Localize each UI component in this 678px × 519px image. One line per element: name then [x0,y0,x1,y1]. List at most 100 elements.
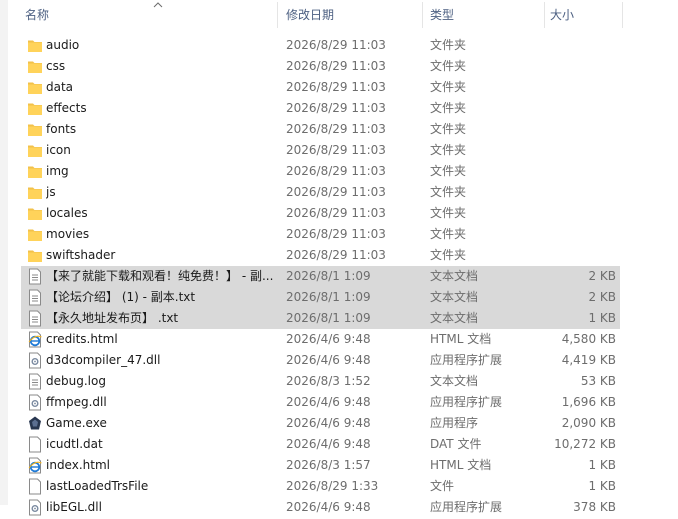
file-name: lastLoadedTrsFile [46,479,149,493]
file-type: DAT 文件 [430,437,482,451]
modified-date: 2026/8/3 1:52 [286,374,371,388]
folder-icon [27,121,43,138]
file-type: 文本文档 [430,374,479,388]
modified-date: 2026/4/6 9:48 [286,353,371,367]
column-header-size[interactable]: 大小 [550,0,574,30]
file-size [541,77,616,98]
file-type: 文本文档 [430,311,479,325]
folder-row[interactable]: css 2026/8/29 11:03 文件夹 [21,56,620,77]
file-size [541,119,616,140]
column-divider[interactable] [422,2,423,28]
file-size: 10,272 KB [554,437,616,451]
file-row[interactable]: icudtl.dat 2026/4/6 9:48 DAT 文件 10,272 KB [21,434,620,455]
modified-date: 2026/8/29 11:03 [286,80,386,94]
file-type: 文件夹 [430,185,467,199]
file-name: libEGL.dll [46,500,102,514]
file-size: 53 KB [580,374,616,388]
file-name: icon [46,143,71,157]
folder-row[interactable]: img 2026/8/29 11:03 文件夹 [21,161,620,182]
folder-row[interactable]: effects 2026/8/29 11:03 文件夹 [21,98,620,119]
file-type: 文件夹 [430,122,467,136]
text-file-icon [27,310,43,327]
file-row[interactable]: 【论坛介绍】 (1) - 副本.txt 2026/8/1 1:09 文本文档 2 KB [21,287,620,309]
modified-date: 2026/8/29 11:03 [286,122,386,136]
modified-date: 2026/4/6 9:48 [286,395,371,409]
folder-icon [27,100,43,117]
folder-icon [27,79,43,96]
file-name: 【来了就能下载和观看！纯免费！】 - 副... [46,269,274,283]
folder-icon [27,142,43,159]
folder-icon [27,247,43,264]
file-row[interactable]: 【来了就能下载和观看！纯免费！】 - 副... 2026/8/1 1:09 文本文档… [21,266,620,288]
file-type: 文件夹 [430,80,467,94]
file-type: 文件夹 [430,248,467,262]
column-divider[interactable] [544,2,545,28]
column-header-name[interactable]: 名称 [25,0,49,30]
folder-row[interactable]: icon 2026/8/29 11:03 文件夹 [21,140,620,161]
file-row[interactable]: d3dcompiler_47.dll 2026/4/6 9:48 应用程序扩展 4,4… [21,350,620,371]
file-type: HTML 文档 [430,458,492,472]
folder-row[interactable]: js 2026/8/29 11:03 文件夹 [21,182,620,203]
modified-date: 2026/8/29 11:03 [286,143,386,157]
file-type: 文件夹 [430,38,467,52]
folder-row[interactable]: swiftshader 2026/8/29 11:03 文件夹 [21,245,620,266]
left-scrollbar[interactable] [0,0,9,505]
file-type: 应用程序扩展 [430,500,503,514]
folder-row[interactable]: locales 2026/8/29 11:03 文件夹 [21,203,620,224]
blank-file-icon [27,436,43,453]
folder-row[interactable]: audio 2026/8/29 11:03 文件夹 [21,35,620,56]
column-divider[interactable] [277,2,278,28]
file-type: 文件 [430,479,455,493]
file-type: 文件夹 [430,227,467,241]
modified-date: 2026/8/1 1:09 [286,269,371,283]
folder-icon [27,37,43,54]
column-divider[interactable] [622,2,623,28]
file-name: locales [46,206,88,220]
modified-date: 2026/8/29 11:03 [286,206,386,220]
file-name: img [46,164,69,178]
column-header-date[interactable]: 修改日期 [286,0,334,30]
text-file-icon [27,268,43,285]
dll-file-icon [27,394,43,411]
file-row[interactable]: Game.exe 2026/4/6 9:48 应用程序 2,090 KB [21,413,620,434]
folder-row[interactable]: fonts 2026/8/29 11:03 文件夹 [21,119,620,140]
modified-date: 2026/8/3 1:57 [286,458,371,472]
file-type: 文件夹 [430,59,467,73]
file-name: 【论坛介绍】 (1) - 副本.txt [46,290,196,304]
file-type: 文件夹 [430,206,467,220]
file-row[interactable]: index.html 2026/8/3 1:57 HTML 文档 1 KB [21,455,620,476]
file-size: 1 KB [588,479,616,493]
modified-date: 2026/8/29 11:03 [286,101,386,115]
modified-date: 2026/4/6 9:48 [286,332,371,346]
folder-row[interactable]: data 2026/8/29 11:03 文件夹 [21,77,620,98]
modified-date: 2026/8/29 1:33 [286,479,379,493]
file-size [541,182,616,203]
file-size: 4,580 KB [561,332,616,346]
file-row[interactable]: lastLoadedTrsFile 2026/8/29 1:33 文件 1 KB [21,476,620,497]
file-name: css [46,59,66,73]
file-size: 2,090 KB [561,416,616,430]
folder-row[interactable]: movies 2026/8/29 11:03 文件夹 [21,224,620,245]
column-header-type[interactable]: 类型 [430,0,454,30]
blank-file-icon [27,478,43,495]
folder-icon [27,58,43,75]
file-type: 应用程序扩展 [430,353,503,367]
file-size: 2 KB [588,290,616,304]
sort-ascending-icon [153,2,163,8]
file-row[interactable]: ffmpeg.dll 2026/4/6 9:48 应用程序扩展 1,696 KB [21,392,620,413]
modified-date: 2026/8/29 11:03 [286,227,386,241]
file-name: data [46,80,74,94]
modified-date: 2026/8/1 1:09 [286,290,371,304]
file-type: 应用程序扩展 [430,395,503,409]
file-row[interactable]: debug.log 2026/8/3 1:52 文本文档 53 KB [21,371,620,392]
scrollbar-thumb[interactable] [0,0,8,505]
modified-date: 2026/4/6 9:48 [286,500,371,514]
file-type: 文件夹 [430,143,467,157]
file-type: HTML 文档 [430,332,492,346]
file-size [541,203,616,224]
file-name: swiftshader [46,248,116,262]
file-row[interactable]: libEGL.dll 2026/4/6 9:48 应用程序扩展 378 KB [21,497,620,518]
modified-date: 2026/8/29 11:03 [286,164,386,178]
file-row[interactable]: credits.html 2026/4/6 9:48 HTML 文档 4,580 KB [21,329,620,350]
file-row[interactable]: 【永久地址发布页】 .txt 2026/8/1 1:09 文本文档 1 KB [21,308,620,330]
